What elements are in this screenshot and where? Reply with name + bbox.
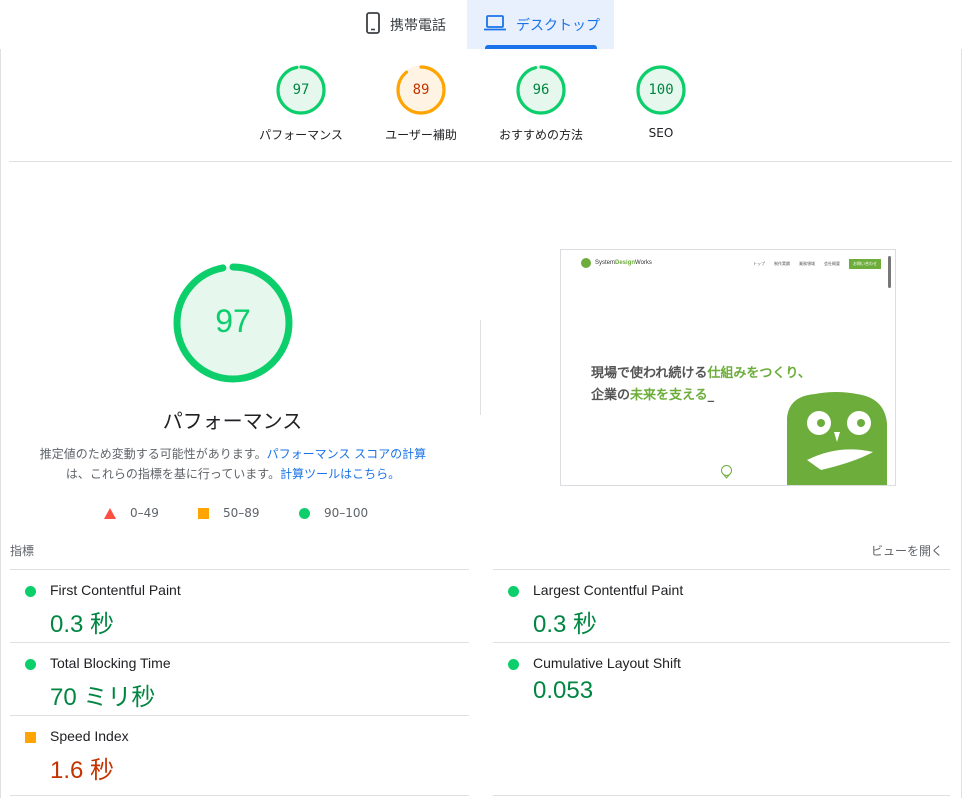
metric-name: Total Blocking Time xyxy=(50,655,171,671)
metric-name: Speed Index xyxy=(50,728,129,744)
gauge-performance[interactable]: 97 パフォーマンス xyxy=(241,60,361,143)
gauge-best-practices[interactable]: 96 おすすめの方法 xyxy=(481,60,601,143)
metric-fcp: First Contentful Paint 0.3 秒 xyxy=(10,570,450,642)
panel-border-left xyxy=(0,49,1,798)
gauge-seo[interactable]: 100 SEO xyxy=(601,60,721,140)
hero-heading-line2: 企業の未来を支える_ xyxy=(591,384,714,403)
desc-text-2: は、これらの指標を基に行っています。 xyxy=(65,467,281,481)
tab-mobile[interactable]: 携帯電話 xyxy=(352,0,464,49)
tab-desktop-label: デスクトップ xyxy=(516,17,600,34)
square-icon xyxy=(198,507,209,519)
desc-text-1: 推定値のため変動する可能性があります。 xyxy=(39,447,267,461)
active-tab-indicator xyxy=(485,45,597,49)
metric-value: 0.3 秒 xyxy=(50,611,115,638)
status-good-icon xyxy=(25,586,36,597)
site-logo: System Design Works xyxy=(581,257,652,269)
smartphone-icon xyxy=(366,11,380,38)
site-nav-item: 制作実績 xyxy=(774,261,790,266)
category-gauges: 97 パフォーマンス 89 ユーザー補助 96 おすすめの方法 100 SEO xyxy=(0,60,962,160)
tab-mobile-label: 携帯電話 xyxy=(390,17,446,34)
site-nav-item: 会社概要 xyxy=(824,261,840,266)
gauge-accessibility[interactable]: 89 ユーザー補助 xyxy=(361,60,481,143)
legend-poor: 0–49 xyxy=(104,504,159,522)
circle-icon xyxy=(299,507,310,519)
gauge-label: SEO xyxy=(648,126,674,140)
gauge-ring: 89 xyxy=(391,60,451,120)
performance-title: パフォーマンス xyxy=(162,409,303,433)
gauge-score: 96 xyxy=(532,82,550,98)
hero-heading-line1: 現場で使われ続ける仕組みをつくり、 xyxy=(591,362,811,381)
logo-text-a: System xyxy=(595,260,616,266)
expand-view-toggle[interactable]: ビューを開く xyxy=(871,542,943,559)
owl-mascot-icon xyxy=(787,392,887,485)
hero-cursor: _ xyxy=(707,388,715,403)
calculator-link[interactable]: 計算ツールはこちら。 xyxy=(280,467,400,481)
gauge-label: おすすめの方法 xyxy=(498,128,583,142)
gauge-score: 100 xyxy=(648,82,674,98)
gauge-ring: 97 xyxy=(271,60,331,120)
metric-value: 1.6 秒 xyxy=(50,757,115,784)
metric-tbt: Total Blocking Time 70 ミリ秒 xyxy=(10,643,450,715)
performance-score-large: 97 xyxy=(215,303,251,339)
legend-good-label: 90–100 xyxy=(324,506,369,520)
legend-good: 90–100 xyxy=(299,504,368,522)
metric-name: Cumulative Layout Shift xyxy=(533,655,681,671)
page-screenshot-thumbnail[interactable]: System Design Works トップ 制作実績 業務領域 会社概要 お… xyxy=(560,249,896,486)
hero-highlight: 仕組みをつくり、 xyxy=(707,366,811,381)
vertical-divider xyxy=(480,320,481,415)
section-divider xyxy=(9,161,952,162)
metric-value: 0.053 xyxy=(533,677,594,704)
logo-text-b: Design xyxy=(615,260,636,266)
laptop-icon xyxy=(484,14,506,35)
metric-value: 70 ミリ秒 xyxy=(50,684,156,711)
scroll-down-icon xyxy=(721,465,732,479)
site-nav: トップ 制作実績 業務領域 会社概要 お問い合わせ xyxy=(753,259,881,269)
metric-speed-index: Speed Index 1.6 秒 xyxy=(10,716,450,788)
device-tabs: 携帯電話 デスクトップ xyxy=(0,0,962,49)
legend-poor-label: 0–49 xyxy=(130,506,159,520)
performance-description: 推定値のため変動する可能性があります。パフォーマンス スコアの計算 は、これらの… xyxy=(33,444,433,484)
score-calculation-link[interactable]: パフォーマンス スコアの計算 xyxy=(267,447,427,461)
logo-text-c: Works xyxy=(635,260,652,266)
performance-gauge-large: 97 xyxy=(171,261,295,385)
gauge-score: 89 xyxy=(412,82,430,98)
metric-lcp: Largest Contentful Paint 0.3 秒 xyxy=(493,570,933,642)
metrics-heading: 指標 xyxy=(10,544,35,558)
tab-desktop[interactable]: デスクトップ xyxy=(467,0,614,49)
site-nav-cta: お問い合わせ xyxy=(849,259,881,269)
metric-name: Largest Contentful Paint xyxy=(533,582,684,598)
score-legend: 0–49 50–89 90–100 xyxy=(100,504,400,522)
metric-divider xyxy=(493,795,950,796)
hero-text: 企業の xyxy=(591,388,631,403)
hero-highlight: 未来を支える xyxy=(630,388,708,403)
status-average-icon xyxy=(25,732,36,743)
gauge-score: 97 xyxy=(292,82,310,98)
metric-divider xyxy=(10,795,469,796)
gauge-label: ユーザー補助 xyxy=(385,128,457,142)
triangle-icon xyxy=(104,507,116,519)
gauge-label: パフォーマンス xyxy=(259,128,343,142)
site-nav-item: トップ xyxy=(753,261,765,266)
status-good-icon xyxy=(508,586,519,597)
gauge-ring: 96 xyxy=(511,60,571,120)
legend-average: 50–89 xyxy=(198,504,260,522)
status-good-icon xyxy=(508,659,519,670)
site-nav-item: 業務領域 xyxy=(799,261,815,266)
hero-text: 現場で使われ続ける xyxy=(591,366,708,381)
metric-cls: Cumulative Layout Shift 0.053 xyxy=(493,643,933,715)
thumbnail-scrollbar xyxy=(888,256,891,288)
legend-average-label: 50–89 xyxy=(223,506,260,520)
gauge-ring: 100 xyxy=(631,60,691,120)
metric-value: 0.3 秒 xyxy=(533,611,598,638)
metric-name: First Contentful Paint xyxy=(50,582,181,598)
status-good-icon xyxy=(25,659,36,670)
leaf-logo-icon xyxy=(581,258,591,268)
